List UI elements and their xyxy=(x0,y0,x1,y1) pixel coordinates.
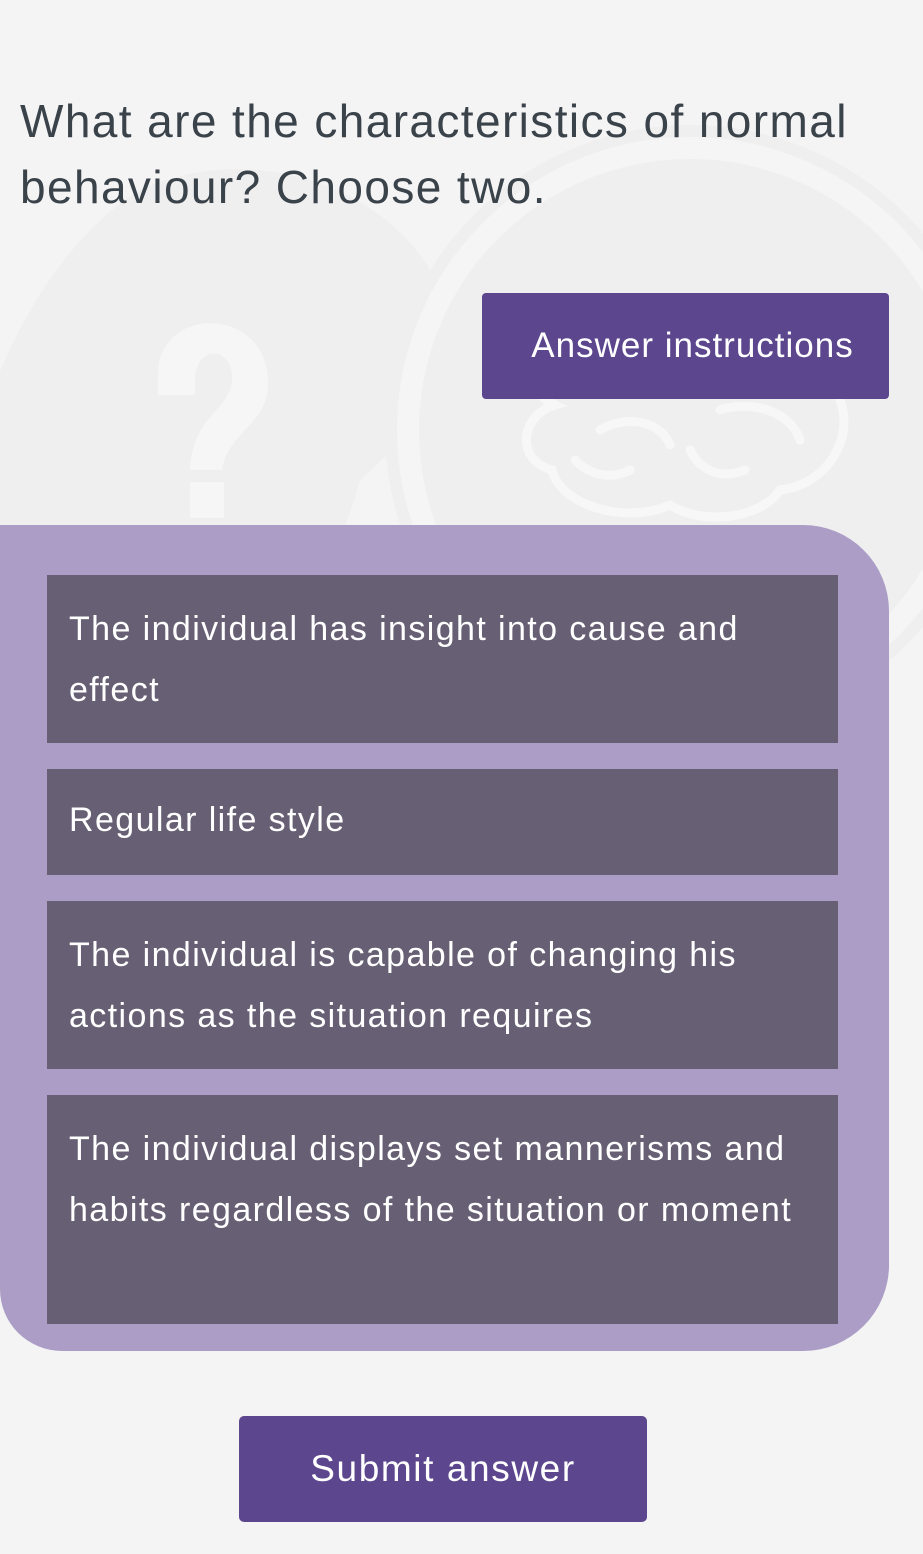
answer-options-panel: The individual has insight into cause an… xyxy=(0,525,889,1351)
answer-option[interactable]: The individual has insight into cause an… xyxy=(47,575,838,743)
answer-option[interactable]: The individual is capable of changing hi… xyxy=(47,901,838,1069)
answer-option[interactable]: The individual displays set mannerisms a… xyxy=(47,1095,838,1324)
question-text: What are the characteristics of normal b… xyxy=(20,95,848,213)
answer-instructions-button[interactable]: Answer instructions xyxy=(482,293,889,399)
submit-answer-button[interactable]: Submit answer xyxy=(239,1416,647,1522)
answer-option[interactable]: Regular life style xyxy=(47,769,838,875)
